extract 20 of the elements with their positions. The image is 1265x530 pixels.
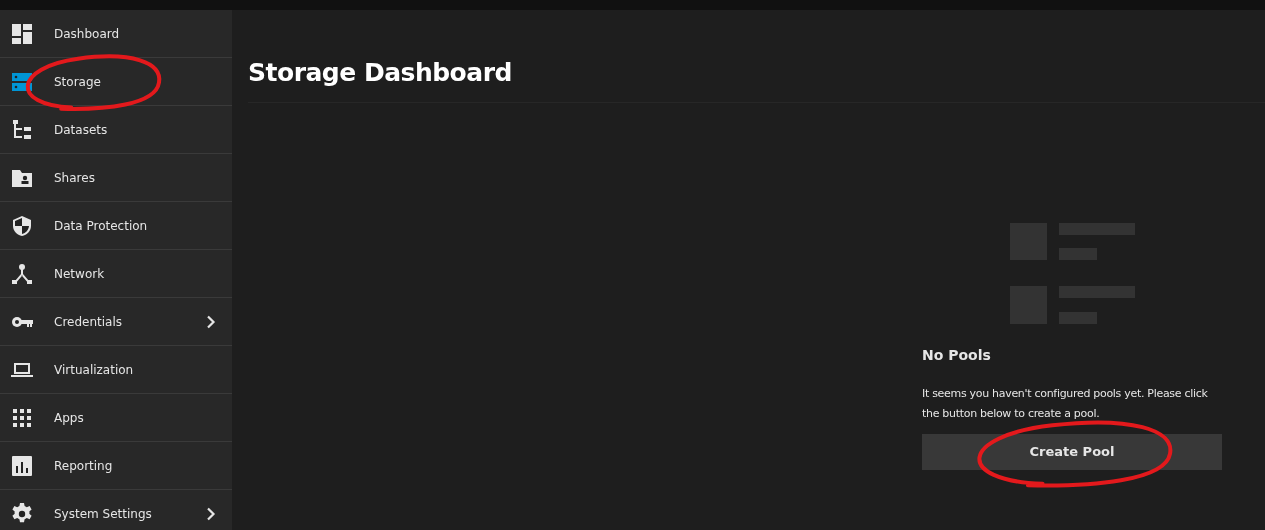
nav-item[interactable]: System Settings [0, 490, 232, 530]
nav-item[interactable]: Reporting [0, 442, 232, 490]
empty-state-message: It seems you haven't configured pools yet. Please click the button below to create a pool. [922, 385, 1209, 422]
tree-icon [10, 117, 34, 142]
page-title: Storage Dashboard [248, 57, 513, 89]
nav-item[interactable]: Storage [0, 58, 232, 106]
nav-item[interactable]: Data Protection [0, 202, 232, 250]
nav-item[interactable]: Shares [0, 154, 232, 202]
bar-chart-icon [10, 453, 34, 478]
shield-icon [10, 213, 34, 238]
nav-item[interactable]: Credentials [0, 298, 232, 346]
dashboard-icon [10, 21, 34, 46]
nav-item[interactable]: Apps [0, 394, 232, 442]
network-icon [10, 261, 34, 286]
empty-state-title: No Pools [922, 347, 992, 364]
create-pool-button[interactable]: Create Pool [922, 433, 1222, 470]
nav-item[interactable]: Network [0, 250, 232, 298]
nav-item[interactable]: Datasets [0, 106, 232, 154]
nav-item[interactable]: Dashboard [0, 10, 232, 58]
nav-item[interactable]: Virtualization [0, 346, 232, 394]
